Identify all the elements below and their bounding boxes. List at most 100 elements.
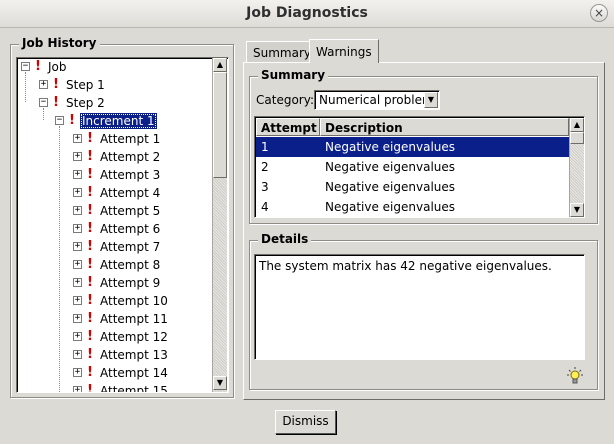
- tree-node-label[interactable]: Step 1: [64, 77, 107, 93]
- tree-node-label[interactable]: Attempt 6: [98, 221, 162, 237]
- tree-node-label[interactable]: Attempt 8: [98, 257, 162, 273]
- tab-summary[interactable]: Summary: [246, 41, 318, 63]
- tree-node[interactable]: +! Attempt 8: [17, 256, 213, 274]
- cell-description: Negative eigenvalues: [325, 140, 456, 154]
- exclamation-icon: !: [35, 59, 41, 74]
- cell-description: Negative eigenvalues: [325, 160, 456, 174]
- window-title: Job Diagnostics: [246, 5, 368, 21]
- scroll-down-icon[interactable]: ▼: [570, 203, 584, 217]
- expand-icon[interactable]: +: [73, 332, 82, 341]
- details-text-area[interactable]: The system matrix has 42 negative eigenv…: [254, 254, 585, 360]
- tree-node-label[interactable]: Step 2: [64, 95, 107, 111]
- collapse-icon[interactable]: −: [55, 116, 64, 125]
- tree-node-label[interactable]: Attempt 5: [98, 203, 162, 219]
- dismiss-button[interactable]: Dismiss: [275, 410, 336, 434]
- exclamation-icon: !: [87, 131, 93, 146]
- cell-attempt: 2: [261, 160, 269, 174]
- tree-node-label[interactable]: Attempt 2: [98, 149, 162, 165]
- table-row[interactable]: 1 Negative eigenvalues: [256, 137, 569, 157]
- column-header-attempt[interactable]: Attempt: [256, 118, 320, 136]
- column-header-description-label: Description: [325, 121, 403, 135]
- tree-node[interactable]: +! Attempt 12: [17, 328, 213, 346]
- tab-warnings[interactable]: Warnings: [309, 39, 379, 63]
- tree-node[interactable]: −! Step 2: [17, 94, 213, 112]
- close-button[interactable]: ×: [590, 4, 608, 22]
- collapse-icon[interactable]: −: [21, 62, 30, 71]
- title-bar: Job Diagnostics ×: [0, 0, 614, 28]
- tree-node[interactable]: +! Step 1: [17, 76, 213, 94]
- tree-node[interactable]: +! Attempt 3: [17, 166, 213, 184]
- expand-icon[interactable]: +: [39, 80, 48, 89]
- tree-node-label[interactable]: Increment 1: [80, 113, 157, 129]
- expand-icon[interactable]: +: [73, 386, 82, 392]
- job-history-tree[interactable]: −! Job +! Step 1−! Step 2−! Increment 1 +! Atte…: [16, 57, 229, 393]
- column-header-description[interactable]: Description: [320, 118, 569, 136]
- tree-node-label[interactable]: Attempt 15: [98, 383, 170, 392]
- table-scrollbar[interactable]: ▲ ▼: [569, 118, 584, 217]
- exclamation-icon: !: [87, 239, 93, 254]
- exclamation-icon: !: [87, 149, 93, 164]
- exclamation-icon: !: [87, 365, 93, 380]
- expand-icon[interactable]: +: [73, 314, 82, 323]
- details-title: Details: [258, 232, 312, 246]
- table-row[interactable]: 4 Negative eigenvalues: [256, 197, 569, 217]
- tree-node[interactable]: +! Attempt 1: [17, 130, 213, 148]
- tree-scrollbar[interactable]: ▲ ▼: [212, 58, 227, 392]
- collapse-icon[interactable]: −: [39, 98, 48, 107]
- expand-icon[interactable]: +: [73, 260, 82, 269]
- scroll-thumb[interactable]: [570, 132, 584, 144]
- tree-node-label[interactable]: Attempt 13: [98, 347, 170, 363]
- expand-icon[interactable]: +: [73, 368, 82, 377]
- tree-node-label[interactable]: Attempt 9: [98, 275, 162, 291]
- tree-node-label[interactable]: Attempt 11: [98, 311, 170, 327]
- tree-node[interactable]: +! Attempt 2: [17, 148, 213, 166]
- category-value: Numerical problem: [319, 93, 434, 107]
- tree-node[interactable]: +! Attempt 11: [17, 310, 213, 328]
- expand-icon[interactable]: +: [73, 170, 82, 179]
- scroll-down-icon[interactable]: ▼: [213, 376, 227, 390]
- scroll-up-icon[interactable]: ▲: [570, 118, 584, 132]
- exclamation-icon: !: [87, 383, 93, 392]
- expand-icon[interactable]: +: [73, 278, 82, 287]
- tree-node-label[interactable]: Attempt 12: [98, 329, 170, 345]
- expand-icon[interactable]: +: [73, 206, 82, 215]
- tree-node[interactable]: +! Attempt 15: [17, 382, 213, 392]
- expand-icon[interactable]: +: [73, 224, 82, 233]
- tree-node[interactable]: +! Attempt 10: [17, 292, 213, 310]
- expand-icon[interactable]: +: [73, 350, 82, 359]
- tree-node[interactable]: +! Attempt 9: [17, 274, 213, 292]
- exclamation-icon: !: [87, 311, 93, 326]
- tree-node[interactable]: +! Attempt 14: [17, 364, 213, 382]
- tree-node-label[interactable]: Attempt 7: [98, 239, 162, 255]
- tree-node[interactable]: +! Attempt 13: [17, 346, 213, 364]
- tree-node[interactable]: +! Attempt 7: [17, 238, 213, 256]
- tree-node[interactable]: +! Attempt 5: [17, 202, 213, 220]
- expand-icon[interactable]: +: [73, 296, 82, 305]
- exclamation-icon: !: [87, 293, 93, 308]
- expand-icon[interactable]: +: [73, 134, 82, 143]
- tree-node-label[interactable]: Attempt 10: [98, 293, 170, 309]
- scroll-up-icon[interactable]: ▲: [213, 58, 227, 72]
- scroll-thumb[interactable]: [213, 72, 227, 178]
- tree-node-label[interactable]: Attempt 14: [98, 365, 170, 381]
- tree-node[interactable]: −! Increment 1: [17, 112, 213, 130]
- tree-node-label[interactable]: Attempt 1: [98, 131, 162, 147]
- expand-icon[interactable]: +: [73, 188, 82, 197]
- chevron-down-icon[interactable]: ▼: [424, 92, 438, 108]
- cell-attempt: 4: [261, 200, 269, 214]
- expand-icon[interactable]: +: [73, 242, 82, 251]
- tree-node[interactable]: +! Attempt 4: [17, 184, 213, 202]
- expand-icon[interactable]: +: [73, 152, 82, 161]
- table-row[interactable]: 3 Negative eigenvalues: [256, 177, 569, 197]
- tree-node-label[interactable]: Attempt 4: [98, 185, 162, 201]
- tree-node[interactable]: −! Job: [17, 58, 213, 76]
- tree-node[interactable]: +! Attempt 6: [17, 220, 213, 238]
- tree-node-label[interactable]: Attempt 3: [98, 167, 162, 183]
- tree-node-label[interactable]: Job: [46, 59, 69, 75]
- category-select[interactable]: Numerical problem ▼: [314, 90, 440, 110]
- job-history-title: Job History: [19, 36, 100, 50]
- tab-warnings-label: Warnings: [316, 45, 372, 59]
- lightbulb-icon[interactable]: [567, 367, 583, 385]
- table-row[interactable]: 2 Negative eigenvalues: [256, 157, 569, 177]
- warnings-table[interactable]: Attempt Description 1 Negative eigenvalue…: [254, 116, 585, 218]
